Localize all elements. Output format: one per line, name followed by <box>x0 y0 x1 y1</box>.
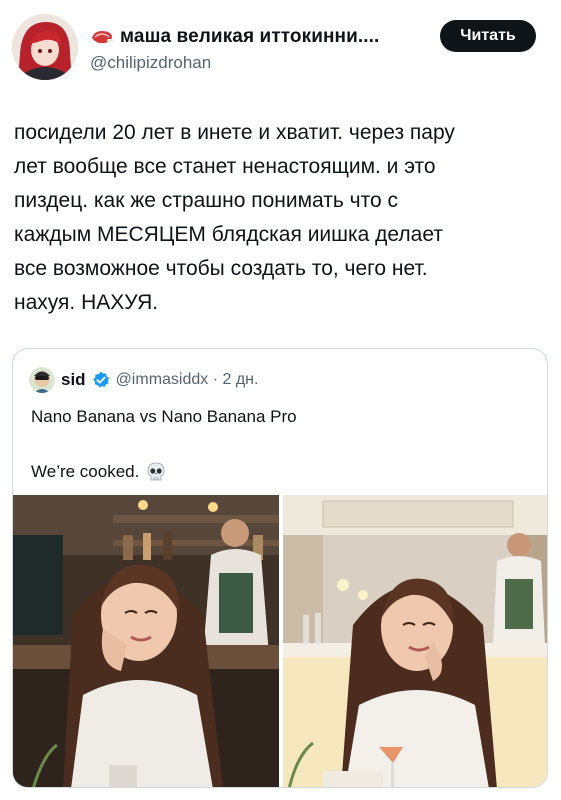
skull-emoji-icon <box>145 461 167 483</box>
tweet-header: маша великая иттокинни.... @chilipizdroh… <box>0 0 561 90</box>
post-line: нахуя. НАХУЯ. <box>14 291 159 314</box>
author-handle[interactable]: @chilipizdrohan <box>90 53 211 73</box>
restaurant-photo-right[interactable] <box>283 495 547 787</box>
author-display-name: маша великая иттокинни.... <box>120 26 380 47</box>
author-name-row[interactable]: маша великая иттокинни.... <box>90 26 379 48</box>
quoted-name[interactable]: sid <box>61 370 86 390</box>
post-line: пиздец. как же страшно понимать что с <box>14 189 399 212</box>
verified-badge-icon <box>92 371 110 389</box>
post-line: лет вообще все станет ненастоящим. и это <box>14 155 436 178</box>
quoted-avatar[interactable] <box>29 367 55 393</box>
restaurant-photo-left[interactable] <box>13 495 279 787</box>
steak-emoji-icon <box>90 28 114 46</box>
quoted-header: sid @immasiddx · 2 дн. <box>29 367 258 393</box>
post-line: каждым МЕСЯЦЕМ блядская иишка делает <box>14 223 443 246</box>
quoted-media <box>13 495 547 787</box>
post-line: посидели 20 лет в инете и хватит. через … <box>14 121 455 144</box>
quoted-text: We’re cooked. <box>31 462 140 481</box>
quoted-text-line: Nano Banana vs Nano Banana Pro <box>31 407 297 426</box>
author-avatar[interactable] <box>12 14 78 80</box>
quoted-text-line: We’re cooked. <box>31 461 167 483</box>
post-line: все возможное чтобы создать то, чего нет… <box>14 257 428 280</box>
quoted-tweet[interactable]: sid @immasiddx · 2 дн. Nano Banana vs Na… <box>12 348 548 788</box>
quoted-handle-time: @immasiddx · 2 дн. <box>115 371 259 388</box>
read-button[interactable]: Читать <box>440 20 536 52</box>
post-text: посидели 20 лет в инете и хватит. через … <box>14 116 544 320</box>
